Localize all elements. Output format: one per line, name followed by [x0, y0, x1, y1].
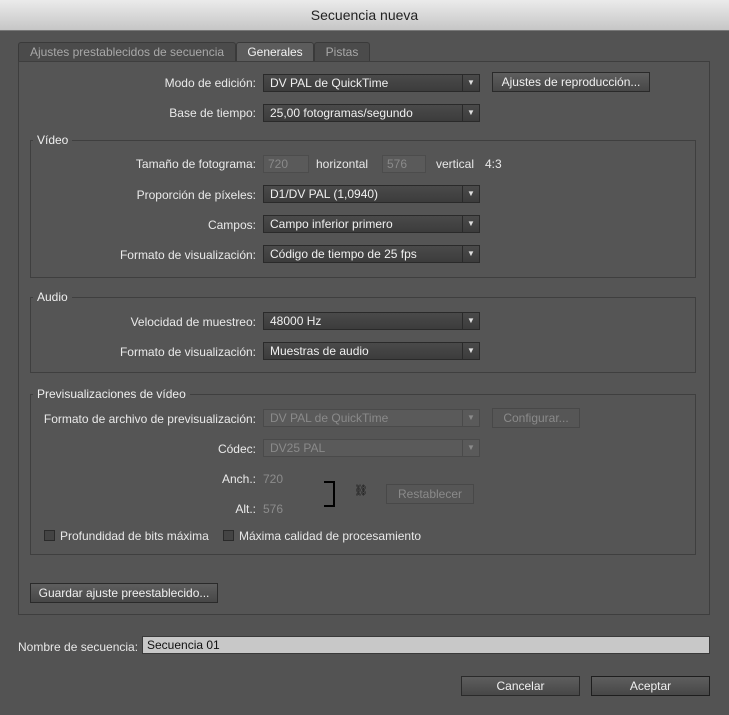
- video-display-format-label: Formato de visualización:: [119, 248, 256, 262]
- tab-sequence-presets[interactable]: Ajustes prestablecidos de secuencia: [18, 42, 236, 61]
- sample-rate-label: Velocidad de muestreo:: [130, 315, 256, 329]
- chevron-down-icon: ▼: [462, 105, 479, 121]
- reset-button[interactable]: Restablecer: [386, 484, 474, 504]
- video-display-format-value: Código de tiempo de 25 fps: [270, 247, 417, 261]
- new-sequence-dialog: Secuencia nueva Ajustes prestablecidos d…: [0, 0, 729, 715]
- vertical-label: vertical: [436, 157, 475, 171]
- frame-width-field: 720: [263, 155, 309, 173]
- fields-value: Campo inferior primero: [270, 217, 393, 231]
- codec-select[interactable]: DV25 PAL ▼: [263, 439, 480, 457]
- sample-rate-value: 48000 Hz: [270, 314, 322, 328]
- configure-button[interactable]: Configurar...: [492, 408, 580, 428]
- chevron-down-icon: ▼: [462, 410, 479, 426]
- horizontal-label: horizontal: [316, 157, 369, 171]
- chevron-down-icon: ▼: [462, 246, 479, 262]
- editing-mode-value: DV PAL de QuickTime: [270, 76, 389, 90]
- fields-select[interactable]: Campo inferior primero ▼: [263, 215, 480, 233]
- timebase-label: Base de tiempo:: [169, 106, 256, 120]
- chevron-down-icon: ▼: [462, 216, 479, 232]
- pixel-aspect-value: D1/DV PAL (1,0940): [270, 187, 379, 201]
- preview-height-value[interactable]: 576: [263, 502, 283, 516]
- fields-label: Campos:: [207, 218, 256, 232]
- audio-display-format-label: Formato de visualización:: [119, 345, 256, 359]
- video-previews-group-title: Previsualizaciones de vídeo: [33, 387, 190, 401]
- playback-settings-button[interactable]: Ajustes de reproducción...: [492, 72, 650, 92]
- sample-rate-select[interactable]: 48000 Hz ▼: [263, 312, 480, 330]
- tab-general[interactable]: Generales: [236, 42, 314, 62]
- preview-height-label: Alt.:: [235, 502, 256, 516]
- chevron-down-icon: ▼: [462, 440, 479, 456]
- frame-size-label: Tamaño de fotograma:: [135, 157, 256, 171]
- chevron-down-icon: ▼: [462, 343, 479, 359]
- aspect-ratio-text: 4:3: [485, 157, 502, 171]
- audio-display-format-value: Muestras de audio: [270, 344, 369, 358]
- timebase-select[interactable]: 25,00 fotogramas/segundo ▼: [263, 104, 480, 122]
- preview-file-format-select[interactable]: DV PAL de QuickTime ▼: [263, 409, 480, 427]
- chain-link-icon[interactable]: ⛓: [354, 484, 368, 497]
- video-display-format-select[interactable]: Código de tiempo de 25 fps ▼: [263, 245, 480, 263]
- max-render-quality-checkbox[interactable]: [223, 530, 234, 541]
- chevron-down-icon: ▼: [462, 313, 479, 329]
- codec-label: Códec:: [217, 442, 256, 456]
- chevron-down-icon: ▼: [462, 186, 479, 202]
- audio-group: [30, 297, 696, 373]
- max-bit-depth-label: Profundidad de bits máxima: [60, 529, 209, 543]
- pixel-aspect-select[interactable]: D1/DV PAL (1,0940) ▼: [263, 185, 480, 203]
- codec-value: DV25 PAL: [270, 441, 326, 455]
- preview-file-format-value: DV PAL de QuickTime: [270, 411, 389, 425]
- preview-width-label: Anch.:: [221, 472, 256, 486]
- preview-file-format-label: Formato de archivo de previsualización:: [43, 412, 256, 426]
- audio-group-title: Audio: [33, 290, 72, 304]
- audio-display-format-select[interactable]: Muestras de audio ▼: [263, 342, 480, 360]
- preview-width-value[interactable]: 720: [263, 472, 283, 486]
- sequence-name-input[interactable]: Secuencia 01: [142, 636, 710, 654]
- editing-mode-label: Modo de edición:: [164, 76, 256, 90]
- window-title: Secuencia nueva: [0, 0, 729, 31]
- pixel-aspect-label: Proporción de píxeles:: [136, 188, 256, 202]
- chevron-down-icon: ▼: [462, 75, 479, 91]
- save-preset-button[interactable]: Guardar ajuste preestablecido...: [30, 583, 218, 603]
- video-group-title: Vídeo: [33, 133, 73, 147]
- timebase-value: 25,00 fotogramas/segundo: [270, 106, 413, 120]
- link-bracket: [324, 481, 335, 507]
- tab-tracks[interactable]: Pistas: [314, 42, 370, 61]
- max-render-quality-label: Máxima calidad de procesamiento: [239, 529, 422, 543]
- max-bit-depth-checkbox[interactable]: [44, 530, 55, 541]
- sequence-name-label: Nombre de secuencia:: [18, 640, 139, 654]
- editing-mode-select[interactable]: DV PAL de QuickTime ▼: [263, 74, 480, 92]
- ok-button[interactable]: Aceptar: [591, 676, 710, 696]
- cancel-button[interactable]: Cancelar: [461, 676, 580, 696]
- frame-height-field: 576: [382, 155, 426, 173]
